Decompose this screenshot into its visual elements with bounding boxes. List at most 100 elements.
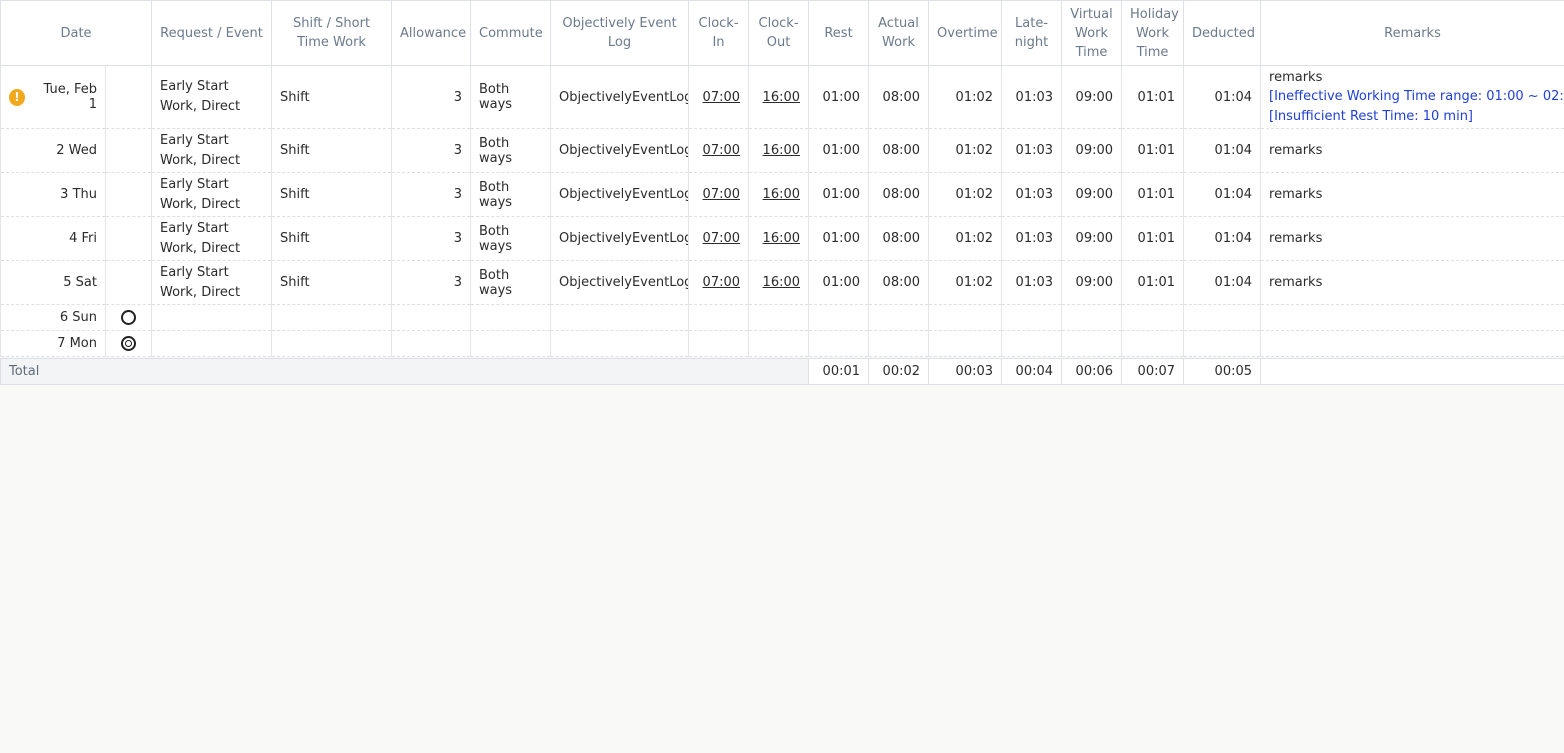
table-row[interactable]: 4 Fri Early Start Work, Direct Shift 3 B…	[0, 216, 1564, 261]
deducted-cell: 01:04	[1183, 128, 1262, 173]
shift-cell[interactable]: Shift	[271, 216, 393, 261]
shift-cell[interactable]: Shift	[271, 172, 393, 217]
virtual-work-cell: 09:00	[1061, 128, 1123, 173]
actual-work-cell	[868, 330, 930, 357]
allowance-cell[interactable]: 3	[391, 172, 472, 217]
shift-cell[interactable]: Shift	[271, 260, 393, 305]
event-log-cell[interactable]: ObjectivelyEventLog	[550, 65, 690, 129]
clock-out-link[interactable]: 16:00	[748, 128, 810, 173]
table-row[interactable]: ! Tue, Feb 1 Early Start Work, Direct Sh…	[0, 65, 1564, 129]
attendance-table: Date Request / Event Shift / Short Time …	[0, 0, 1564, 385]
request-cell[interactable]: Early Start Work, Direct	[151, 216, 273, 261]
commute-cell[interactable]: Both ways	[470, 128, 552, 173]
request-cell[interactable]: Early Start Work, Direct	[151, 128, 273, 173]
holiday-work-cell: 01:01	[1121, 216, 1185, 261]
table-row[interactable]: 7 Mon	[0, 330, 1564, 357]
header-event-log: Objectively Event Log	[550, 0, 690, 66]
allowance-cell[interactable]: 3	[391, 216, 472, 261]
shift-cell[interactable]	[271, 304, 393, 331]
header-shift: Shift / Short Time Work	[271, 0, 393, 66]
clock-out-link[interactable]: 16:00	[748, 172, 810, 217]
virtual-work-cell	[1061, 304, 1123, 331]
table-row[interactable]: 2 Wed Early Start Work, Direct Shift 3 B…	[0, 128, 1564, 173]
commute-cell[interactable]: Both ways	[470, 216, 552, 261]
overtime-cell: 01:02	[928, 128, 1003, 173]
allowance-cell[interactable]: 3	[391, 128, 472, 173]
warning-message: [Ineffective Working Time range: 01:00 ~…	[1269, 88, 1564, 104]
status-icon-cell	[104, 128, 153, 173]
clock-out-link[interactable]: 16:00	[748, 260, 810, 305]
late-night-cell: 01:03	[1001, 65, 1063, 129]
total-rest: 00:01	[808, 358, 870, 385]
remarks-cell[interactable]	[1260, 304, 1564, 331]
virtual-work-cell: 09:00	[1061, 260, 1123, 305]
total-actual-work: 00:02	[868, 358, 930, 385]
commute-cell[interactable]: Both ways	[470, 65, 552, 129]
clock-in-link[interactable]: 07:00	[688, 65, 750, 129]
clock-in-link[interactable]	[688, 304, 750, 331]
commute-cell[interactable]	[470, 330, 552, 357]
date-label: 4 Fri	[0, 216, 106, 261]
shift-cell[interactable]: Shift	[271, 65, 393, 129]
clock-out-link[interactable]	[748, 304, 810, 331]
exclamation-icon[interactable]: !	[9, 88, 25, 106]
request-cell[interactable]: Early Start Work, Direct	[151, 65, 273, 129]
status-icon-cell	[104, 216, 153, 261]
rest-cell: 01:00	[808, 128, 870, 173]
event-log-cell[interactable]	[550, 330, 690, 357]
remarks-cell[interactable]: remarks	[1260, 128, 1564, 173]
remarks-cell[interactable]: remarks [Ineffective Working Time range:…	[1260, 65, 1564, 129]
table-row[interactable]: 6 Sun	[0, 304, 1564, 331]
clock-in-link[interactable]: 07:00	[688, 172, 750, 217]
allowance-cell[interactable]	[391, 304, 472, 331]
commute-cell[interactable]: Both ways	[470, 260, 552, 305]
remarks-cell[interactable]: remarks	[1260, 172, 1564, 217]
remarks-cell[interactable]: remarks	[1260, 260, 1564, 305]
clock-in-link[interactable]: 07:00	[688, 260, 750, 305]
total-virtual-work: 00:06	[1061, 358, 1123, 385]
allowance-cell[interactable]	[391, 330, 472, 357]
request-cell[interactable]	[151, 330, 273, 357]
shift-cell[interactable]	[271, 330, 393, 357]
rest-cell	[808, 330, 870, 357]
commute-cell[interactable]	[470, 304, 552, 331]
header-remarks: Remarks	[1260, 0, 1564, 66]
commute-cell[interactable]: Both ways	[470, 172, 552, 217]
event-log-cell[interactable]	[550, 304, 690, 331]
clock-in-link[interactable]	[688, 330, 750, 357]
actual-work-cell: 08:00	[868, 65, 930, 129]
clock-out-link[interactable]: 16:00	[748, 65, 810, 129]
circle-icon	[121, 310, 136, 325]
event-log-cell[interactable]: ObjectivelyEventLog	[550, 172, 690, 217]
event-log-cell[interactable]: ObjectivelyEventLog	[550, 260, 690, 305]
total-remarks	[1260, 358, 1564, 385]
request-cell[interactable]	[151, 304, 273, 331]
clock-in-link[interactable]: 07:00	[688, 128, 750, 173]
status-icon-cell	[104, 330, 153, 357]
event-log-cell[interactable]: ObjectivelyEventLog	[550, 216, 690, 261]
header-clock-out: Clock-Out	[748, 0, 810, 66]
request-cell[interactable]: Early Start Work, Direct	[151, 260, 273, 305]
header-clock-in: Clock-In	[688, 0, 750, 66]
header-date: Date	[0, 0, 153, 66]
deducted-cell	[1183, 330, 1262, 357]
clock-in-link[interactable]: 07:00	[688, 216, 750, 261]
allowance-cell[interactable]: 3	[391, 260, 472, 305]
table-row[interactable]: 3 Thu Early Start Work, Direct Shift 3 B…	[0, 172, 1564, 217]
clock-out-link[interactable]: 16:00	[748, 216, 810, 261]
request-cell[interactable]: Early Start Work, Direct	[151, 172, 273, 217]
rest-cell	[808, 304, 870, 331]
virtual-work-cell: 09:00	[1061, 172, 1123, 217]
clock-out-link[interactable]	[748, 330, 810, 357]
holiday-work-cell	[1121, 330, 1185, 357]
table-row[interactable]: 5 Sat Early Start Work, Direct Shift 3 B…	[0, 260, 1564, 305]
actual-work-cell	[868, 304, 930, 331]
header-late-night: Late-night	[1001, 0, 1063, 66]
remarks-cell[interactable]: remarks	[1260, 216, 1564, 261]
shift-cell[interactable]: Shift	[271, 128, 393, 173]
status-icon-cell	[104, 304, 153, 331]
overtime-cell: 01:02	[928, 172, 1003, 217]
remarks-cell[interactable]	[1260, 330, 1564, 357]
allowance-cell[interactable]: 3	[391, 65, 472, 129]
event-log-cell[interactable]: ObjectivelyEventLog	[550, 128, 690, 173]
